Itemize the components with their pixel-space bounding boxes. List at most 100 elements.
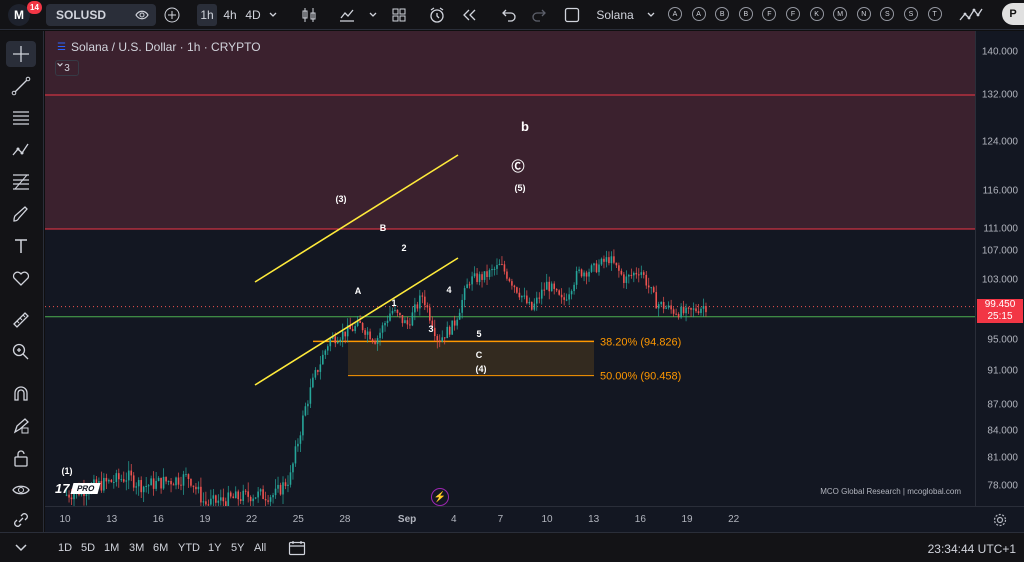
quick-alert-b[interactable]: B (738, 7, 753, 21)
indicators-button[interactable] (336, 0, 358, 30)
candle-body (508, 278, 511, 282)
indicators-dropdown[interactable] (366, 0, 380, 30)
range-1y[interactable]: 1Y (208, 542, 221, 554)
wave-label-w4p[interactable]: (4) (476, 364, 487, 374)
calendar-icon[interactable] (288, 540, 306, 556)
candle-body (436, 336, 439, 341)
range-1m[interactable]: 1M (104, 542, 119, 554)
candle-body (473, 273, 476, 277)
wave-label-w1s[interactable]: 1 (391, 298, 396, 308)
axis-settings-button[interactable] (975, 506, 1024, 532)
time-axis[interactable]: 10 13 16 19 22 25 28 Sep 4 7 10 13 16 19 22 (45, 506, 975, 532)
publish-button[interactable]: P (1002, 3, 1024, 25)
quick-alert-t[interactable]: T (927, 7, 942, 21)
fib-zone[interactable] (348, 341, 594, 376)
timeframe-4h[interactable]: 4h (220, 0, 240, 30)
layout-dropdown[interactable] (644, 0, 658, 30)
timeframe-dropdown[interactable] (266, 0, 280, 30)
range-all[interactable]: All (254, 542, 266, 554)
resistance-zone[interactable] (45, 31, 975, 229)
templates-button[interactable] (388, 0, 410, 30)
add-symbol-button[interactable] (162, 0, 182, 30)
range-ytd[interactable]: YTD (178, 542, 200, 554)
magnet-icon (14, 386, 28, 401)
quick-alert-s[interactable]: S (880, 7, 895, 21)
magnet-tool[interactable] (6, 381, 36, 407)
lightning-icon[interactable]: ⚡ (431, 488, 449, 506)
quick-alert-k[interactable]: K (809, 7, 824, 21)
wave-label-wA[interactable]: A (355, 286, 362, 296)
compare-icon[interactable] (134, 7, 150, 23)
quick-alert-s[interactable]: S (904, 7, 918, 21)
measure-tool[interactable] (6, 307, 36, 333)
drawing-template-button[interactable] (956, 0, 986, 30)
horizontal-lines-tool[interactable] (6, 105, 36, 131)
zoom-tool[interactable] (6, 339, 36, 365)
wave-label-wC[interactable]: C (476, 350, 483, 360)
range-5y[interactable]: 5Y (231, 542, 244, 554)
timeframe-4d[interactable]: 4D (243, 0, 263, 30)
candle-body (120, 479, 123, 481)
pattern-tool[interactable] (6, 137, 36, 163)
indicators-toggle[interactable]: 3 (55, 60, 79, 76)
crosshair-tool[interactable] (6, 41, 36, 67)
candle-body (623, 274, 625, 283)
quick-alert-b[interactable]: B (715, 7, 730, 21)
wave-label-w2[interactable]: 2 (401, 243, 406, 253)
range-1d[interactable]: 1D (58, 542, 72, 554)
quick-alert-a[interactable]: A (691, 7, 706, 21)
price-axis[interactable]: 140.000 132.000 124.000 116.000 111.000 107.0… (975, 31, 1024, 506)
quick-alert-f[interactable]: F (762, 7, 777, 21)
undo-button[interactable] (498, 0, 520, 30)
wave-label-wCc[interactable]: Ⓒ (511, 159, 524, 174)
layout-button[interactable] (562, 0, 582, 30)
chart-pane[interactable]: 38.20% (94.826) 50.00% (90.458) (1) (3) B 2 A 1… (45, 31, 975, 506)
quick-alert-f[interactable]: F (786, 7, 800, 21)
wave-label-w4[interactable]: 4 (446, 285, 451, 295)
range-3m[interactable]: 3M (129, 542, 144, 554)
lock-drawing-tool[interactable] (6, 413, 36, 439)
candle-body (244, 490, 247, 492)
range-5d[interactable]: 5D (81, 542, 95, 554)
symbol-search[interactable]: SOLUSD (46, 4, 156, 26)
lock-all-tool[interactable] (6, 445, 36, 471)
chart-type-button[interactable] (298, 0, 320, 30)
candle-body (545, 281, 548, 290)
candle-body (384, 323, 386, 326)
wave-label-w3s[interactable]: 3 (428, 324, 433, 334)
candle-body (647, 285, 650, 288)
link-tool[interactable] (6, 507, 36, 533)
chart-canvas[interactable]: 38.20% (94.826) 50.00% (90.458) (1) (3) B 2 A 1… (45, 31, 975, 506)
wave-label-wb[interactable]: b (521, 119, 529, 134)
replay-button[interactable] (458, 0, 480, 30)
candle-body (662, 301, 665, 309)
candle-body (463, 288, 466, 300)
wave-label-w5s[interactable]: 5 (476, 329, 481, 339)
redo-button[interactable] (528, 0, 550, 30)
link-icon (14, 513, 28, 527)
quick-alert-m[interactable]: M (833, 7, 848, 21)
layout-name[interactable]: Solana (592, 0, 638, 30)
quick-alert-n[interactable]: N (856, 7, 871, 21)
candle-body (650, 287, 653, 289)
candle-body (466, 284, 468, 289)
hide-drawings-tool[interactable] (6, 477, 36, 503)
timeframe-1h[interactable]: 1h (197, 4, 217, 26)
trendline-tool[interactable] (6, 73, 36, 99)
candle-body (272, 495, 274, 498)
wave-label-w1[interactable]: (1) (62, 466, 73, 476)
brush-tool[interactable] (6, 201, 36, 227)
alert-button[interactable] (426, 0, 448, 30)
wave-label-wB[interactable]: B (380, 223, 387, 233)
text-tool[interactable] (6, 233, 36, 259)
collapse-panel-icon[interactable] (14, 541, 28, 555)
wave-label-w5p[interactable]: (5) (515, 183, 526, 193)
candle-body (304, 406, 307, 416)
quick-alert-a[interactable]: A (668, 7, 682, 21)
wave-label-w3[interactable]: (3) (336, 194, 347, 204)
clock[interactable]: 23:34:44 UTC+1 (928, 542, 1016, 556)
price-label: 111.000 (983, 223, 1018, 235)
favorites-tool[interactable] (6, 265, 36, 291)
range-6m[interactable]: 6M (153, 542, 168, 554)
fib-tool[interactable] (6, 169, 36, 195)
